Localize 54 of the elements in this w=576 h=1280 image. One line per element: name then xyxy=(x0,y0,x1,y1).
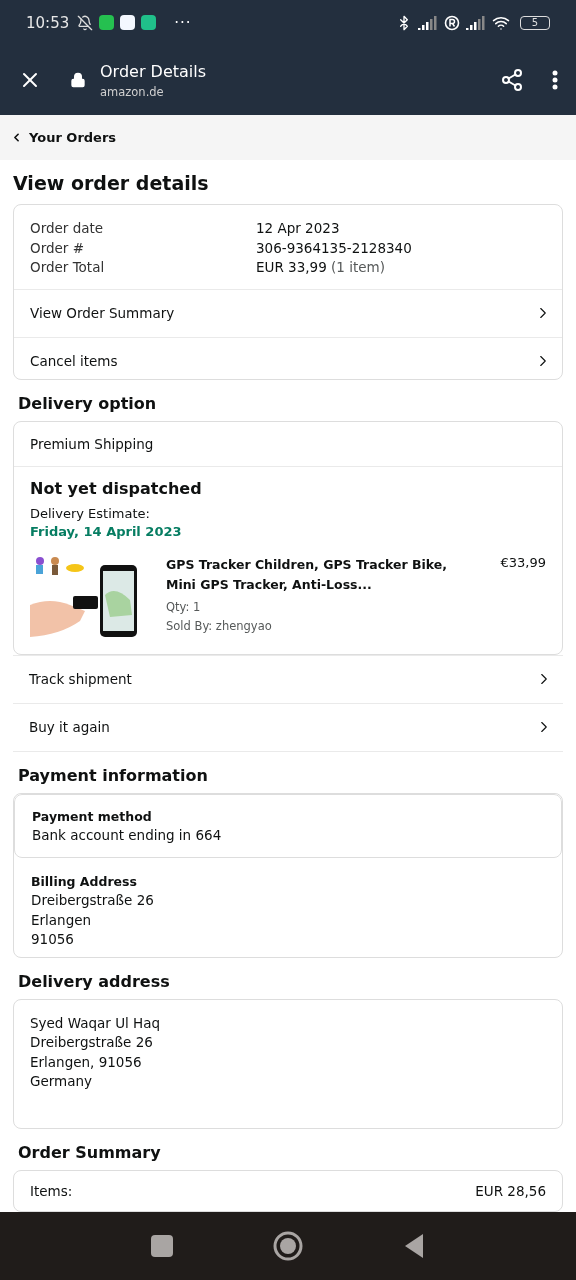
link-row[interactable]: View Order Summary xyxy=(14,288,562,337)
share-icon xyxy=(500,68,524,92)
address-line: Dreibergstraße 26 xyxy=(30,1033,154,1053)
billing-label: Billing Address xyxy=(31,872,138,891)
field-label: Order # xyxy=(30,238,85,257)
summary-label: Items: xyxy=(30,1183,73,1199)
item-price: €33,99 xyxy=(500,555,546,573)
your-orders-link[interactable]: Your Orders xyxy=(29,130,117,145)
recents-button[interactable] xyxy=(151,1235,173,1257)
section-heading: Payment information xyxy=(18,765,209,785)
address-line: Erlangen, 91056 xyxy=(30,1052,143,1072)
link-row[interactable]: Buy it again xyxy=(13,702,563,751)
dispatch-status: Not yet dispatched xyxy=(30,479,203,499)
link-row[interactable]: Track shipment xyxy=(13,654,563,703)
quantity: Qty: 1 xyxy=(166,600,202,615)
battery-icon: 5 xyxy=(520,15,550,30)
product-title[interactable]: GPS Tracker Children, GPS Tracker Bike, Mini GPS Tracker, Anti-Loss... xyxy=(166,555,459,596)
section-heading: Delivery option xyxy=(18,394,158,414)
section-heading: Order Summary xyxy=(18,1143,162,1162)
address-line: Erlangen xyxy=(31,910,93,930)
home-button[interactable] xyxy=(273,1231,303,1261)
address-line: Germany xyxy=(30,1072,94,1092)
share-button[interactable] xyxy=(500,68,524,92)
address-line: Dreibergstraße 26 xyxy=(31,891,155,911)
signal-icon xyxy=(418,15,438,30)
seller: Sold By: zhengyao xyxy=(166,619,273,634)
payment-method: Bank account ending in 664 xyxy=(32,826,223,843)
section-heading: View order details xyxy=(13,172,210,194)
estimate-date: Friday, 14 April 2023 xyxy=(30,524,183,540)
signal-icon xyxy=(466,15,486,30)
more-notifications: ··· xyxy=(174,13,192,32)
page-title: Order Details xyxy=(100,61,208,81)
field-value: EUR 33,99 (1 item) xyxy=(256,258,386,277)
lock-icon xyxy=(70,72,86,88)
field-value: 12 Apr 2023 xyxy=(256,219,341,238)
roaming-icon xyxy=(444,14,460,31)
site-url: amazon.de xyxy=(100,84,165,99)
field-label: Order Total xyxy=(30,258,106,277)
address-line: Syed Waqar Ul Haq xyxy=(30,1013,162,1033)
item-count: (1 item) xyxy=(330,259,385,275)
shipping-option: Premium Shipping xyxy=(14,422,562,468)
estimate-label: Delivery Estimate: xyxy=(30,506,151,522)
field-label: Order date xyxy=(30,219,105,238)
address-line: 91056 xyxy=(31,930,75,950)
link-row[interactable]: Cancel items xyxy=(14,336,562,380)
field-value: 306-9364135-2128340 xyxy=(256,238,413,257)
back-button[interactable] xyxy=(403,1233,425,1259)
menu-button[interactable] xyxy=(552,70,558,90)
menu-icon xyxy=(552,70,558,90)
payment-method-label: Payment method xyxy=(32,808,153,824)
section-heading: Delivery address xyxy=(18,971,171,991)
muted-bell-icon xyxy=(77,14,94,31)
clock-time: 10:53 xyxy=(26,13,70,32)
summary-value: EUR 28,56 xyxy=(475,1183,546,1199)
